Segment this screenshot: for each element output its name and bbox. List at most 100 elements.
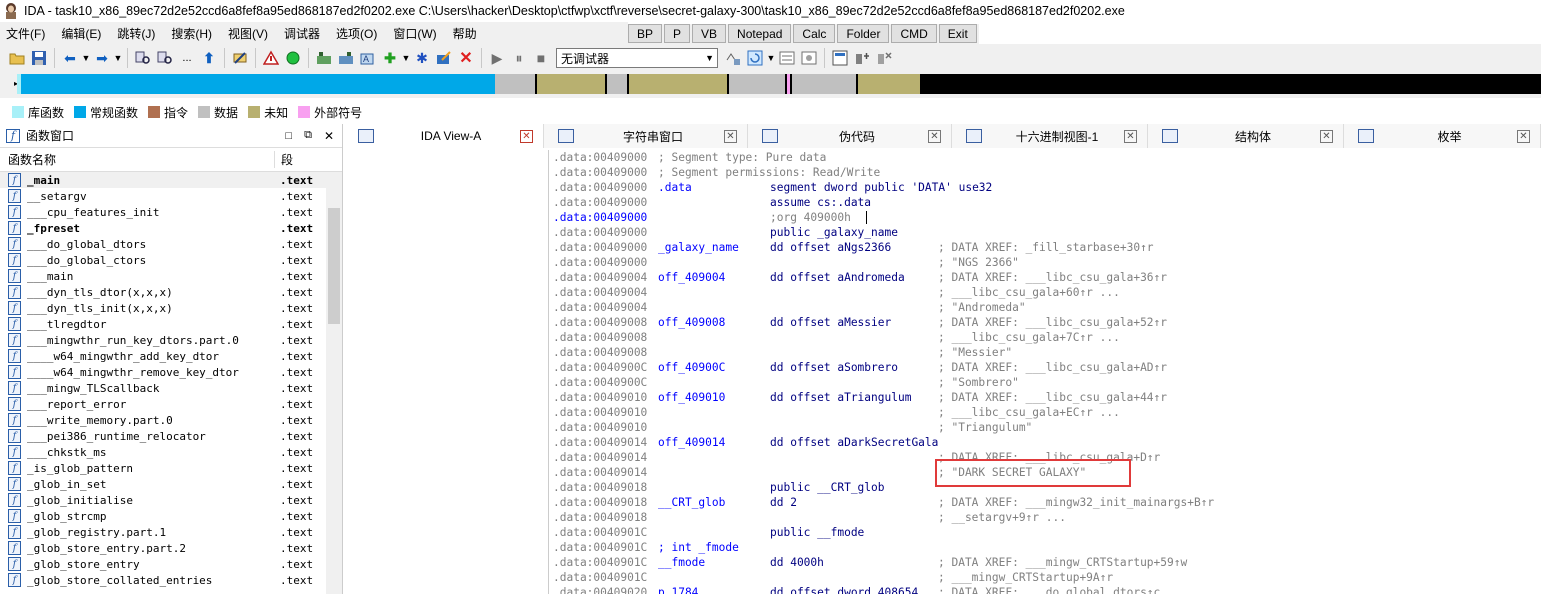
function-row[interactable]: f _glob_in_set .text <box>0 476 342 492</box>
column-header-segment[interactable]: 段 <box>275 151 293 168</box>
disasm-line[interactable]: .data:00409008 ; "Messier" <box>549 345 1541 360</box>
open-file-icon[interactable] <box>6 47 28 69</box>
string-icon[interactable]: A <box>357 47 379 69</box>
menu-item[interactable]: 调试器 <box>284 25 320 42</box>
close-icon[interactable]: ✕ <box>1320 129 1333 143</box>
function-row[interactable]: f ___do_global_dtors .text <box>0 236 342 252</box>
menu-item[interactable]: 帮助 <box>453 25 477 42</box>
edit-function-icon[interactable] <box>433 47 455 69</box>
navigation-band[interactable]: ▸ <box>0 72 1541 98</box>
up-arrow-icon[interactable]: ⬆ <box>198 47 220 69</box>
quick-button-p[interactable]: P <box>664 24 691 43</box>
tab-5[interactable]: 枚举 ✕ <box>1344 124 1541 148</box>
disasm-line[interactable]: .data:00409000 assume cs:.data <box>549 195 1541 210</box>
find-next-icon[interactable]: ... <box>176 47 198 69</box>
function-row[interactable]: f ___dyn_tls_init(x,x,x) .text <box>0 300 342 316</box>
save-icon[interactable] <box>28 47 50 69</box>
close-icon[interactable]: ✕ <box>928 129 941 143</box>
tab-4[interactable]: 结构体 ✕ <box>1148 124 1344 148</box>
disasm-line[interactable]: .data:00409000 ; Segment permissions: Rea… <box>549 165 1541 180</box>
function-row[interactable]: f _is_glob_pattern .text <box>0 460 342 476</box>
menu-item[interactable]: 窗口(W) <box>393 25 436 42</box>
function-row[interactable]: f _glob_store_entry.part.2 .text <box>0 540 342 556</box>
menu-item[interactable]: 搜索(H) <box>171 25 212 42</box>
disasm-line[interactable]: .data:00409000 ;org 409000h <box>549 210 1541 225</box>
debugger-select[interactable]: 无调试器 ▼ <box>556 48 718 68</box>
close-icon[interactable]: ✕ <box>520 129 533 143</box>
disasm-line[interactable]: .data:0040901C ; ___mingw_CRTStartup+9A↑r <box>549 570 1541 585</box>
remove-breakpoint-icon[interactable] <box>873 47 895 69</box>
disasm-line[interactable]: .data:00409008 off_409008 dd offset aMessi… <box>549 315 1541 330</box>
close-icon[interactable]: ✕ <box>1517 129 1530 143</box>
tab-3[interactable]: 十六进制视图-1 ✕ <box>952 124 1148 148</box>
disasm-line[interactable]: .data:0040901C __fmode dd 4000h ; DATA XREF… <box>549 555 1541 570</box>
disasm-line[interactable]: .data:00409018 __CRT_glob dd 2 ; DATA XREF:… <box>549 495 1541 510</box>
disasm-line[interactable]: .data:00409004 off_409004 dd offset aAndro… <box>549 270 1541 285</box>
back-arrow-icon[interactable]: ⬅ <box>59 47 81 69</box>
green-circle-icon[interactable] <box>282 47 304 69</box>
forward-arrow-icon[interactable]: ➡ <box>91 47 113 69</box>
disasm-line[interactable]: .data:00409000 ; "NGS 2366" <box>549 255 1541 270</box>
menu-item[interactable]: 跳转(J) <box>117 25 155 42</box>
scrollbar-thumb[interactable] <box>328 208 340 324</box>
function-row[interactable]: f _fpreset .text <box>0 220 342 236</box>
function-row[interactable]: f ___main .text <box>0 268 342 284</box>
function-row[interactable]: f ___report_error .text <box>0 396 342 412</box>
quick-button-folder[interactable]: Folder <box>837 24 890 43</box>
function-row[interactable]: f ____w64_mingwthr_remove_key_dtor .text <box>0 364 342 380</box>
disasm-line[interactable]: .data:0040900C ; "Sombrero" <box>549 375 1541 390</box>
menu-item[interactable]: 编辑(E) <box>61 25 101 42</box>
tab-1[interactable]: 字符串窗口 ✕ <box>544 124 748 148</box>
close-icon[interactable]: ✕ <box>1124 129 1137 143</box>
close-icon[interactable]: ✕ <box>324 129 334 143</box>
disasm-line[interactable]: .data:00409000 .data segment dword public … <box>549 180 1541 195</box>
mark-position-icon[interactable] <box>229 47 251 69</box>
disasm-line[interactable]: .data:0040900C off_40900C dd offset aSombr… <box>549 360 1541 375</box>
breakpoints-icon[interactable] <box>776 47 798 69</box>
function-row[interactable]: f _glob_initialise .text <box>0 492 342 508</box>
function-row[interactable]: f _glob_registry.part.1 .text <box>0 524 342 540</box>
quick-button-notepad[interactable]: Notepad <box>728 24 792 43</box>
disasm-line[interactable]: .data:0040901C ; int _fmode <box>549 540 1541 555</box>
disasm-line[interactable]: .data:00409010 ; ___libc_csu_gala+EC↑r ..… <box>549 405 1541 420</box>
disasm-line[interactable]: .data:00409014 off_409014 dd offset aDarkS… <box>549 435 1541 450</box>
function-row[interactable]: f ___cpu_features_init .text <box>0 204 342 220</box>
refresh-icon[interactable] <box>744 47 766 69</box>
pause-icon[interactable]: ⏸ <box>508 47 530 69</box>
disasm-line[interactable]: .data:0040901C public __fmode <box>549 525 1541 540</box>
quick-button-cmd[interactable]: CMD <box>891 24 937 43</box>
tracing-icon[interactable] <box>798 47 820 69</box>
function-row[interactable]: f ___dyn_tls_dtor(x,x,x) .text <box>0 284 342 300</box>
disasm-line[interactable]: .data:00409000 _galaxy_name dd offset aNgs… <box>549 240 1541 255</box>
chevron-down-icon[interactable]: ▼ <box>401 47 411 69</box>
disasm-line[interactable]: .data:00409000 public _galaxy_name <box>549 225 1541 240</box>
quick-button-bp[interactable]: BP <box>628 24 663 43</box>
quick-button-exit[interactable]: Exit <box>938 24 977 43</box>
function-row[interactable]: f ___write_memory.part.0 .text <box>0 412 342 428</box>
binary-search-icon[interactable] <box>132 47 154 69</box>
maximize-icon[interactable]: □ <box>285 130 292 142</box>
disasm-line[interactable]: .data:00409010 ; "Triangulum" <box>549 420 1541 435</box>
add-element-icon[interactable]: ✚ <box>379 47 401 69</box>
navigation-band-strip[interactable] <box>17 74 1541 94</box>
tab-2[interactable]: 伪代码 ✕ <box>748 124 952 148</box>
menu-item[interactable]: 选项(O) <box>336 25 377 42</box>
disasm-line[interactable]: .data:00409010 off_409010 dd offset aTrian… <box>549 390 1541 405</box>
function-row[interactable]: f ___tlregdtor .text <box>0 316 342 332</box>
function-row[interactable]: f ___mingwthr_run_key_dtors.part.0 .text <box>0 332 342 348</box>
disasm-line[interactable]: .data:00409004 ; "Andromeda" <box>549 300 1541 315</box>
stop-icon[interactable]: ■ <box>530 47 552 69</box>
chevron-down-icon[interactable]: ▼ <box>81 47 91 69</box>
restore-icon[interactable]: ⧉ <box>304 129 312 142</box>
code-icon[interactable] <box>313 47 335 69</box>
struct-var-icon[interactable]: ✱ <box>411 47 433 69</box>
step-icon[interactable] <box>722 47 744 69</box>
disasm-line[interactable]: .data:00409000 ; Segment type: Pure data <box>549 150 1541 165</box>
processes-icon[interactable] <box>829 47 851 69</box>
tab-0[interactable]: IDA View-A ✕ <box>344 124 544 148</box>
column-header-name[interactable]: 函数名称 <box>0 151 275 168</box>
play-icon[interactable]: ▶ <box>486 47 508 69</box>
disasm-line[interactable]: .data:00409018 ; __setargv+9↑r ... <box>549 510 1541 525</box>
disassembly-listing[interactable]: .data:00409000 ; Segment type: Pure data.… <box>548 150 1541 594</box>
disasm-line[interactable]: .data:00409004 ; ___libc_csu_gala+60↑r ..… <box>549 285 1541 300</box>
